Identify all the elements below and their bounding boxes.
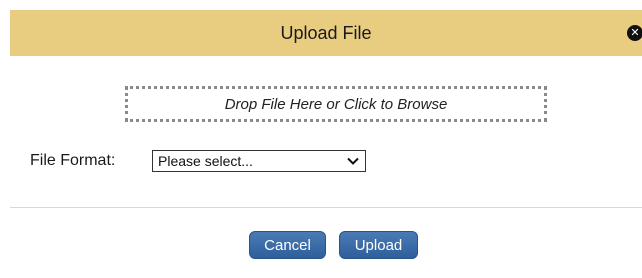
chevron-down-icon [347,157,359,165]
upload-file-dialog: Upload File ✕ Drop File Here or Click to… [0,0,642,278]
file-format-label: File Format: [30,152,116,169]
footer-divider [10,207,642,208]
file-dropzone[interactable]: Drop File Here or Click to Browse [125,86,547,122]
dialog-titlebar: Upload File ✕ [10,10,642,56]
file-format-select[interactable]: Please select... [152,150,366,172]
dropzone-text: Drop File Here or Click to Browse [224,96,448,113]
file-format-selected-value: Please select... [158,153,253,169]
cancel-button[interactable]: Cancel [249,231,326,259]
dialog-title: Upload File [280,23,372,43]
upload-button[interactable]: Upload [339,231,418,259]
close-icon[interactable]: ✕ [627,25,642,41]
